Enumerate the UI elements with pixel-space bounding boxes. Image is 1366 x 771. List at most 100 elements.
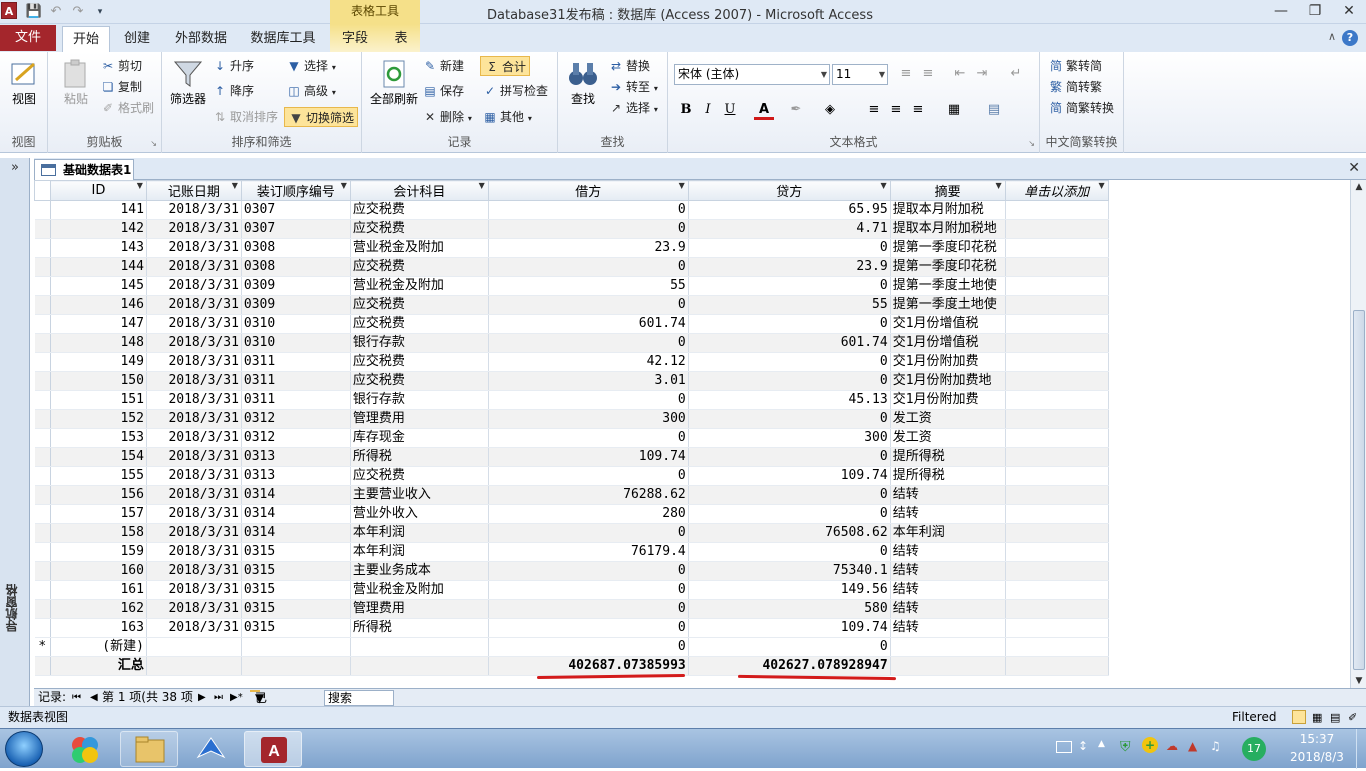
tab-database-tools[interactable]: 数据库工具 [248, 26, 318, 52]
spelling-button[interactable]: ✓ 拼写检查 [482, 81, 548, 101]
save-record-button[interactable]: ▤ 保存 [422, 81, 464, 101]
view-button[interactable]: 视图 [4, 58, 44, 107]
cell-date[interactable]: 2018/3/31 [146, 295, 242, 315]
cell-summary[interactable]: 提取本月附加税地 [890, 219, 1006, 239]
cell-add-field[interactable] [1005, 390, 1109, 410]
table-row[interactable]: 143 2018/3/31 0308 营业税金及附加 23.9 0 提第一季度印花税 [34, 238, 1350, 258]
chevron-down-icon[interactable]: ▼ [996, 182, 1002, 191]
sort-ascending-button[interactable]: ↓ 升序 [212, 56, 254, 76]
chevron-down-icon[interactable]: ▼ [679, 182, 685, 191]
cell-summary[interactable]: 提第一季度印花税 [890, 257, 1006, 277]
cell-date[interactable]: 2018/3/31 [146, 352, 242, 372]
row-selector[interactable] [34, 295, 51, 315]
cell-debit[interactable]: 280 [488, 504, 689, 524]
filter-button[interactable]: 筛选器 [168, 58, 208, 107]
cell-add-field[interactable] [1005, 504, 1109, 524]
tab-home[interactable]: 开始 [62, 26, 110, 52]
row-selector[interactable] [34, 371, 51, 391]
cell-binding-no[interactable]: 0314 [241, 485, 351, 505]
table-row[interactable]: 151 2018/3/31 0311 银行存款 0 45.13 交1月份附加费 [34, 390, 1350, 410]
new-record-row[interactable]: * (新建) 0 0 [34, 637, 1350, 657]
table-row[interactable]: 153 2018/3/31 0312 库存现金 0 300 发工资 [34, 428, 1350, 448]
cell-summary[interactable]: 结转 [890, 542, 1006, 562]
cell-account[interactable]: 营业外收入 [350, 504, 489, 524]
outdent-icon[interactable]: ⇤ [950, 64, 970, 84]
cell-date[interactable]: 2018/3/31 [146, 238, 242, 258]
row-selector[interactable] [34, 523, 51, 543]
cell-id[interactable]: 154 [50, 447, 147, 467]
tab-table[interactable]: 表 [388, 26, 414, 52]
vertical-scrollbar[interactable]: ▲ ▼ [1350, 180, 1366, 688]
cell-date[interactable]: 2018/3/31 [146, 371, 242, 391]
cell-add-field[interactable] [1005, 447, 1109, 467]
refresh-all-button[interactable]: 全部刷新 [366, 58, 422, 107]
cell-debit[interactable]: 0 [488, 580, 689, 600]
cell-add-field[interactable] [1005, 333, 1109, 353]
sort-descending-button[interactable]: ↑ 降序 [212, 81, 254, 101]
cell-account[interactable]: 所得税 [350, 618, 489, 638]
replace-button[interactable]: ⇄ 替换 [608, 56, 650, 76]
cell-binding-no[interactable]: 0314 [241, 523, 351, 543]
column-header-debit[interactable]: 借方 ▼ [487, 180, 689, 201]
cell-summary[interactable] [890, 656, 1006, 676]
cell-add-field[interactable] [1005, 409, 1109, 429]
table-row[interactable]: 161 2018/3/31 0315 营业税金及附加 0 149.56 结转 [34, 580, 1350, 600]
cell-add-field[interactable] [1005, 656, 1109, 676]
toggle-filter-button[interactable]: ▼ 切换筛选 [284, 107, 359, 127]
alternate-row-color-icon[interactable]: ▤ [984, 100, 1004, 120]
chevron-down-icon[interactable]: ▼ [137, 182, 143, 191]
cell-debit[interactable]: 0 [488, 561, 689, 581]
cell-add-field[interactable] [1005, 428, 1109, 448]
cell-summary[interactable]: 结转 [890, 599, 1006, 619]
totals-button[interactable]: Σ 合计 [480, 56, 531, 76]
cell-binding-no[interactable]: 0307 [241, 219, 351, 239]
row-selector[interactable] [34, 542, 51, 562]
cell-date[interactable]: 2018/3/31 [146, 542, 242, 562]
shield-icon[interactable]: ⛨ [1120, 739, 1131, 755]
trad-to-simp-button[interactable]: 简繁转简 [1048, 56, 1102, 76]
cell-binding-no[interactable]: 0311 [241, 352, 351, 372]
row-selector[interactable] [34, 561, 51, 581]
chevron-down-icon[interactable]: ▼ [1098, 182, 1104, 191]
delete-record-button[interactable]: ✕ 删除 ▾ [422, 107, 472, 127]
selection-filter-button[interactable]: ▼ 选择 ▾ [286, 56, 335, 76]
total-debit[interactable]: 402687.07385993 [488, 656, 689, 676]
cell-id[interactable]: 162 [50, 599, 147, 619]
cell-credit[interactable]: 0 [688, 485, 891, 505]
scroll-thumb[interactable] [1353, 310, 1365, 670]
cell-credit[interactable]: 0 [688, 276, 891, 296]
cell-summary[interactable]: 提取本月附加税 [890, 200, 1006, 220]
new-record-button[interactable]: ✎ 新建 [422, 56, 464, 76]
cell-add-field[interactable] [1005, 637, 1109, 657]
cell-account[interactable]: 应交税费 [350, 295, 489, 315]
cell-binding-no[interactable]: 0314 [241, 504, 351, 524]
minimize-ribbon-icon[interactable]: ∧ [1328, 30, 1336, 43]
table-row[interactable]: 152 2018/3/31 0312 管理费用 300 0 发工资 [34, 409, 1350, 429]
cell-debit[interactable]: 0 [488, 428, 689, 448]
clock-date[interactable]: 2018/8/3 [1282, 750, 1352, 764]
cell-summary[interactable]: 提第一季度印花税 [890, 238, 1006, 258]
cell-credit[interactable]: 0 [688, 542, 891, 562]
cell-binding-no[interactable]: 0312 [241, 428, 351, 448]
cell-summary[interactable]: 结转 [890, 561, 1006, 581]
pivot-table-icon[interactable]: ▦ [1312, 707, 1322, 728]
cell-summary[interactable]: 交1月份增值税 [890, 333, 1006, 353]
cell-debit[interactable]: 300 [488, 409, 689, 429]
cell-date[interactable]: 2018/3/31 [146, 219, 242, 239]
cell-summary[interactable]: 结转 [890, 618, 1006, 638]
cell-binding-no[interactable]: 0313 [241, 466, 351, 486]
tab-create[interactable]: 创建 [118, 26, 156, 52]
cell-date[interactable]: 2018/3/31 [146, 276, 242, 296]
cell-id[interactable]: 147 [50, 314, 147, 334]
bullets-icon[interactable]: ≡ [896, 64, 916, 84]
cell-summary[interactable]: 发工资 [890, 409, 1006, 429]
cell-summary[interactable]: 交1月份附加费 [890, 352, 1006, 372]
cell-credit[interactable]: 4.71 [688, 219, 891, 239]
row-selector[interactable] [34, 466, 51, 486]
total-credit[interactable]: 402627.078928947 [688, 656, 891, 676]
cell-id[interactable]: 145 [50, 276, 147, 296]
input-method-icon[interactable]: ↕ [1078, 739, 1088, 753]
cell-credit[interactable]: 75340.1 [688, 561, 891, 581]
last-record-icon[interactable]: ⏭ [214, 689, 223, 706]
keyboard-icon[interactable] [1056, 741, 1072, 753]
